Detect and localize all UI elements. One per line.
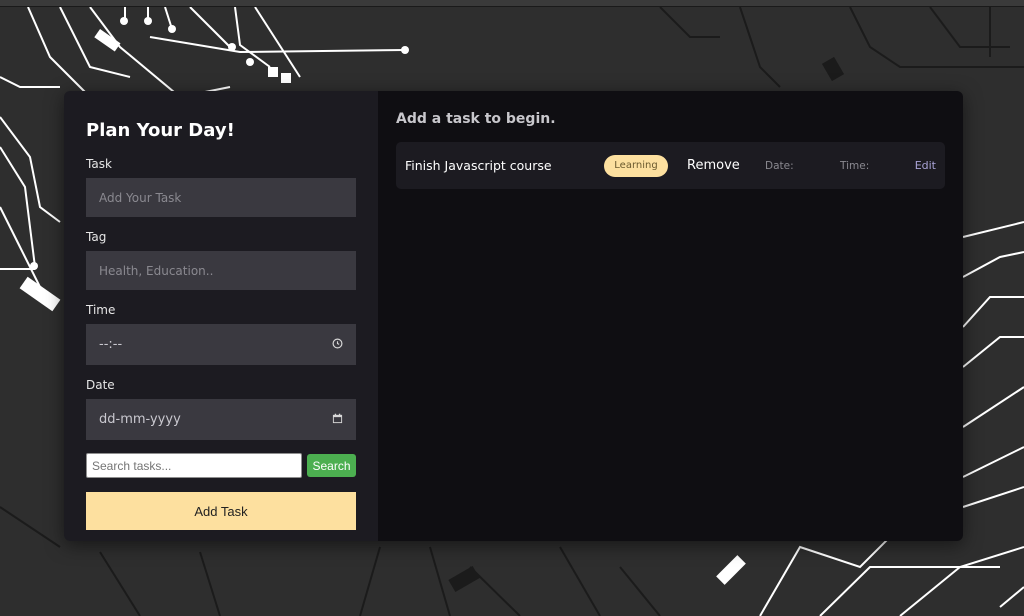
search-row: Search [86, 453, 356, 478]
edit-button[interactable]: Edit [915, 159, 936, 172]
task-name: Finish Javascript course [405, 158, 552, 173]
search-button[interactable]: Search [307, 454, 356, 477]
task-form-panel: Plan Your Day! Task Add Your Task Tag He… [64, 91, 378, 541]
tag-input[interactable]: Health, Education.. [86, 251, 356, 290]
task-date-label: Date: [765, 159, 794, 172]
task-time-label: Time: [840, 159, 870, 172]
task-input[interactable]: Add Your Task [86, 178, 356, 217]
browser-top-edge [0, 0, 1024, 7]
page-title: Plan Your Day! [86, 120, 235, 141]
time-input[interactable]: --:-- [86, 324, 356, 365]
task-input-placeholder: Add Your Task [99, 190, 182, 205]
search-input[interactable] [86, 453, 302, 478]
planner-app: Plan Your Day! Task Add Your Task Tag He… [64, 91, 963, 541]
task-tag-badge: Learning [604, 154, 668, 177]
tag-label: Tag [86, 230, 107, 244]
remove-button[interactable]: Remove [687, 158, 740, 173]
time-input-value: --:-- [99, 337, 123, 352]
status-message: Add a task to begin. [396, 111, 556, 127]
date-input[interactable]: dd-mm-yyyy [86, 399, 356, 440]
task-list-panel: Add a task to begin. Finish Javascript c… [378, 91, 963, 541]
task-item: Finish Javascript course Learning Remove… [396, 142, 945, 189]
add-task-button[interactable]: Add Task [86, 492, 356, 530]
clock-icon[interactable] [332, 338, 343, 352]
date-label: Date [86, 378, 115, 392]
tag-input-placeholder: Health, Education.. [99, 263, 214, 278]
calendar-icon[interactable] [332, 413, 343, 427]
date-input-value: dd-mm-yyyy [99, 412, 181, 427]
task-label: Task [86, 157, 112, 171]
time-label: Time [86, 303, 116, 317]
